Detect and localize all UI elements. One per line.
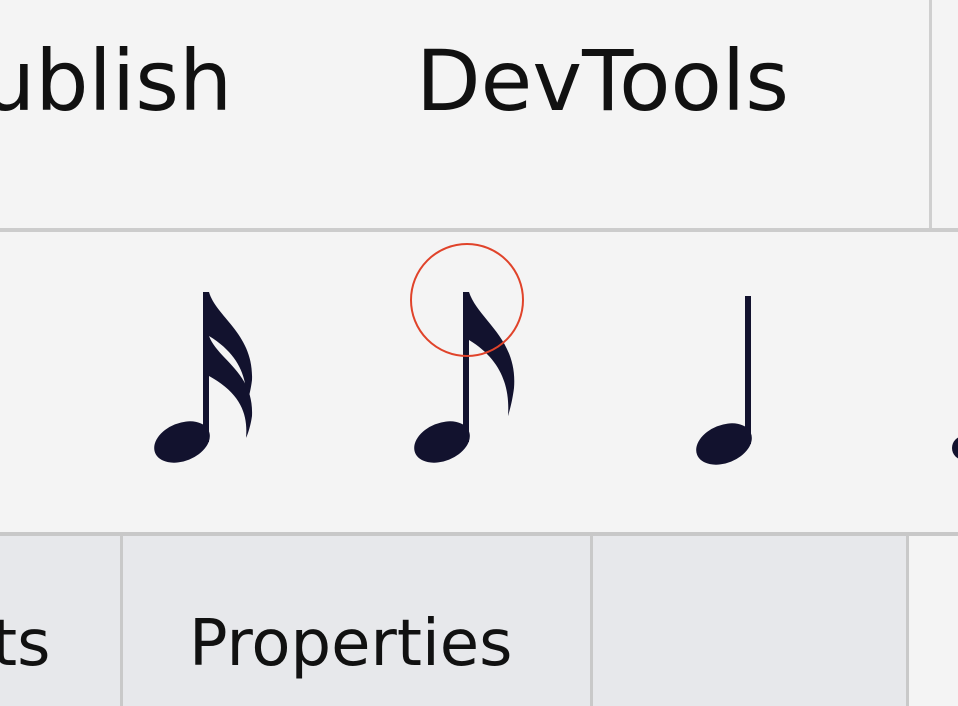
tab-palettes[interactable]: ts: [0, 536, 120, 706]
eighth-note-button[interactable]: [396, 272, 536, 472]
half-note-button[interactable]: [946, 428, 958, 468]
sixteenth-note-button[interactable]: [136, 272, 276, 472]
app-window: ublish DevTools ts Properties: [0, 0, 958, 706]
half-note-icon: [952, 437, 958, 459]
tab-properties[interactable]: Properties: [123, 536, 590, 706]
sixteenth-note-icon: [154, 292, 253, 463]
menu-item-devtools[interactable]: DevTools: [416, 26, 789, 136]
tab-blank[interactable]: [593, 536, 906, 706]
tab-label: Properties: [189, 607, 513, 681]
tab-label: ts: [0, 607, 51, 681]
eighth-note-icon: [414, 292, 515, 463]
quarter-note-icon: [696, 296, 752, 465]
menu-item-publish[interactable]: ublish: [0, 26, 232, 136]
menu-bar: ublish DevTools: [0, 0, 958, 228]
note-input-toolbar: [0, 232, 958, 532]
menu-divider: [929, 0, 932, 228]
tab-divider: [906, 536, 909, 706]
quarter-note-button[interactable]: [678, 272, 818, 472]
panel-tab-bar: ts Properties: [0, 536, 958, 706]
